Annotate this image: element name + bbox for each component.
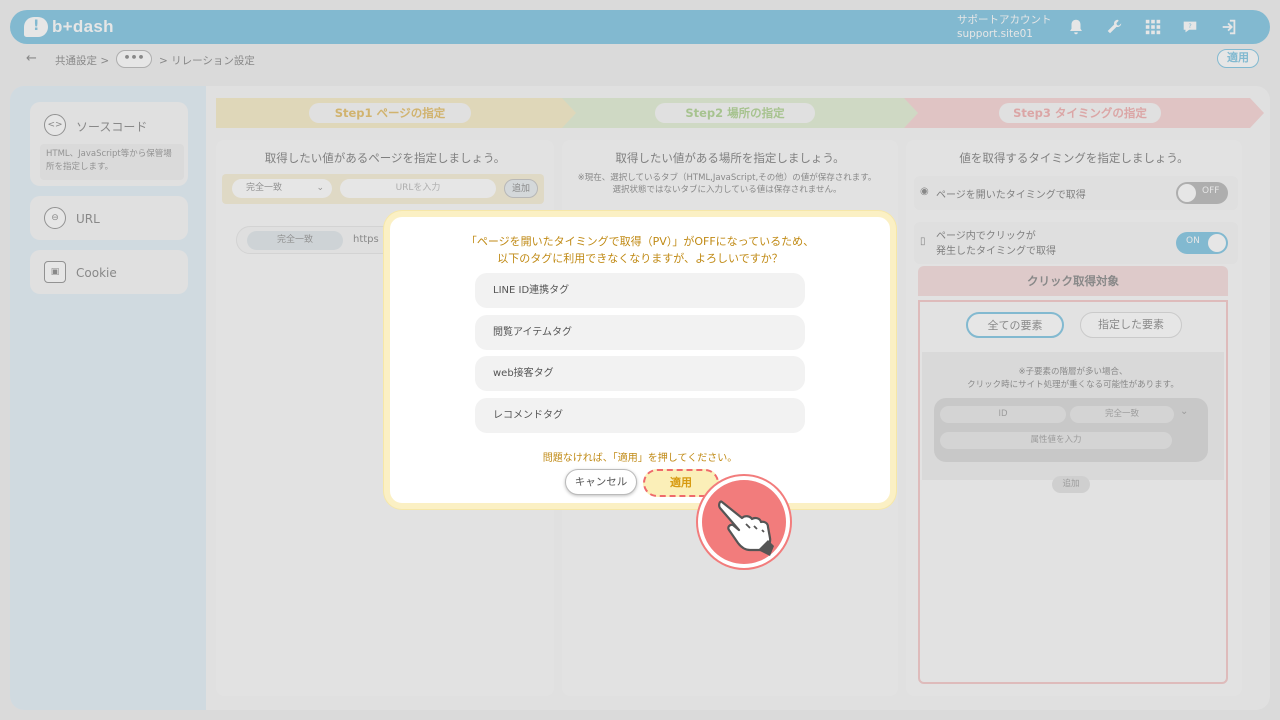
- dialog-message-line2: 以下のタグに利用できなくなりますが、よろしいですか？: [497, 252, 783, 265]
- hand-icon: [718, 500, 774, 556]
- tag-list-item: web接客タグ: [475, 356, 805, 391]
- dialog-message: 「ページを開いたタイミングで取得（PV）」がOFFになっているため、 以下のタグ…: [390, 233, 890, 267]
- dialog-note: 問題なければ、「適用」を押してください。: [542, 453, 738, 464]
- tag-list-item: LINE ID連携タグ: [475, 273, 805, 308]
- tag-list-item: レコメンドタグ: [475, 398, 805, 433]
- tag-list-item: 閲覧アイテムタグ: [475, 315, 805, 350]
- cancel-button[interactable]: キャンセル: [565, 469, 637, 495]
- pointer-hand-icon: [698, 476, 790, 568]
- confirm-dialog: 「ページを開いたタイミングで取得（PV）」がOFFになっているため、 以下のタグ…: [384, 211, 896, 509]
- dialog-message-line1: 「ページを開いたタイミングで取得（PV）」がOFFになっているため、: [465, 235, 815, 248]
